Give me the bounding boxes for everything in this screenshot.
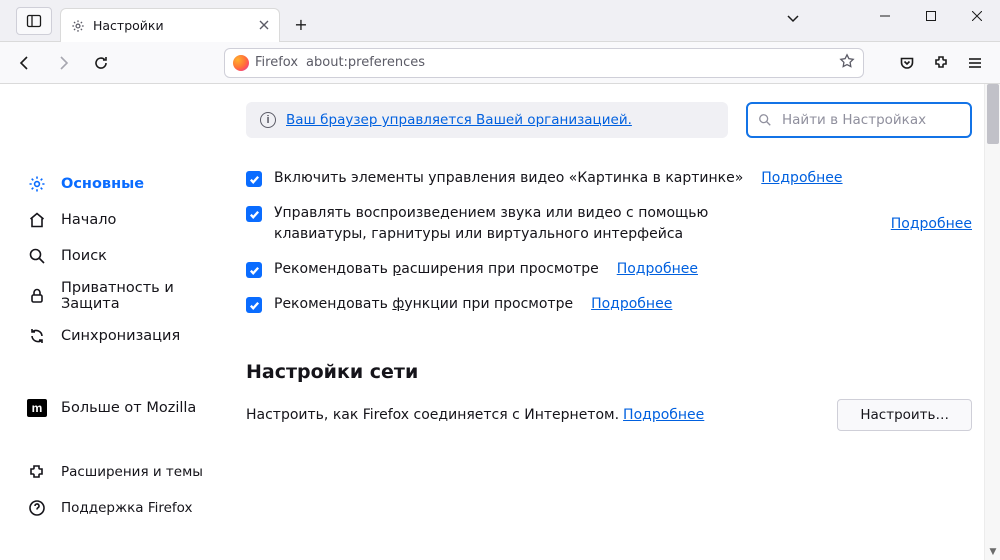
scrollbar-down-icon[interactable]: ▼ — [985, 544, 1000, 560]
sidebar-item-label: Начало — [61, 212, 116, 228]
preferences-search-box[interactable] — [746, 102, 972, 138]
sidebar-item-label: Поддержка Firefox — [61, 500, 193, 516]
scrollbar-thumb[interactable] — [987, 84, 999, 144]
pref-pip-label: Включить элементы управления видео «Карт… — [274, 168, 743, 189]
search-icon — [758, 113, 772, 127]
window-maximize-button[interactable] — [908, 0, 954, 32]
gear-icon — [71, 19, 85, 33]
bookmark-star-button[interactable] — [839, 53, 855, 73]
question-icon — [27, 499, 47, 517]
sidebar-item-label: Больше от Mozilla — [61, 400, 196, 416]
sidebar-toggle-button[interactable] — [16, 7, 52, 35]
preferences-search-input[interactable] — [780, 111, 960, 129]
window-close-button[interactable] — [954, 0, 1000, 32]
sidebar-item-label: Приватность и Защита — [61, 280, 201, 312]
sidebar-item-support[interactable]: Поддержка Firefox — [0, 490, 240, 526]
url-text: about:preferences — [306, 55, 425, 70]
vertical-scrollbar[interactable]: ▲ ▼ — [984, 84, 1000, 560]
home-icon — [27, 211, 47, 229]
network-row: Настроить, как Firefox соединяется с Инт… — [246, 399, 972, 431]
preferences-page: Основные Начало Поиск Приватность и Защи… — [0, 84, 1000, 560]
pref-ext-row: Рекомендовать расширения при просмотре П… — [246, 259, 972, 280]
pref-feat-row: Рекомендовать функции при просмотре Подр… — [246, 294, 972, 315]
window-controls — [862, 0, 1000, 32]
pref-media-row: Управлять воспроизведением звука или вид… — [246, 203, 972, 245]
url-bar[interactable]: Firefox about:preferences — [224, 48, 864, 78]
sidebar-item-more-mozilla[interactable]: m Больше от Mozilla — [0, 390, 240, 426]
window-minimize-button[interactable] — [862, 0, 908, 32]
network-more-link[interactable]: Подробнее — [623, 407, 704, 423]
gear-icon — [27, 175, 47, 193]
sidebar-item-label: Синхронизация — [61, 328, 180, 344]
pref-feat-label: Рекомендовать функции при просмотре — [274, 294, 573, 315]
mozilla-icon: m — [27, 399, 47, 417]
sidebar-item-home[interactable]: Начало — [0, 202, 240, 238]
nav-reload-button[interactable] — [86, 48, 116, 78]
sidebar-item-label: Расширения и темы — [61, 464, 203, 480]
pref-ext-label: Рекомендовать расширения при просмотре — [274, 259, 599, 280]
browser-tab-active[interactable]: Настройки — [60, 8, 280, 42]
tab-close-button[interactable] — [259, 18, 269, 33]
pref-pip-row: Включить элементы управления видео «Карт… — [246, 168, 972, 189]
preferences-main: i Ваш браузер управляется Вашей организа… — [240, 84, 1000, 560]
network-settings-button[interactable]: Настроить… — [837, 399, 972, 431]
pref-media-more-link[interactable]: Подробнее — [891, 214, 972, 235]
sidebar-item-sync[interactable]: Синхронизация — [0, 318, 240, 354]
pref-pip-checkbox[interactable] — [246, 171, 262, 187]
network-section-title: Настройки сети — [246, 361, 972, 383]
browser-toolbar: Firefox about:preferences — [0, 42, 1000, 84]
policy-banner: i Ваш браузер управляется Вашей организа… — [246, 102, 728, 138]
nav-back-button[interactable] — [10, 48, 40, 78]
nav-forward-button[interactable] — [48, 48, 78, 78]
identity-label: Firefox — [255, 55, 298, 70]
sync-icon — [27, 327, 47, 345]
tab-title: Настройки — [93, 18, 164, 33]
pref-media-label: Управлять воспроизведением звука или вид… — [274, 203, 794, 245]
network-desc: Настроить, как Firefox соединяется с Инт… — [246, 407, 619, 423]
tabs-dropdown-button[interactable] — [786, 10, 800, 29]
sidebar-item-search[interactable]: Поиск — [0, 238, 240, 274]
pref-feat-checkbox[interactable] — [246, 297, 262, 313]
pref-feat-more-link[interactable]: Подробнее — [591, 294, 672, 315]
extensions-button[interactable] — [926, 48, 956, 78]
sidebar-item-privacy[interactable]: Приватность и Защита — [0, 274, 240, 318]
identity-box[interactable]: Firefox — [233, 55, 298, 71]
pref-pip-more-link[interactable]: Подробнее — [761, 168, 842, 189]
category-sidebar: Основные Начало Поиск Приватность и Защи… — [0, 84, 240, 560]
puzzle-icon — [27, 463, 47, 481]
policy-banner-link[interactable]: Ваш браузер управляется Вашей организаци… — [286, 112, 632, 128]
app-menu-button[interactable] — [960, 48, 990, 78]
sidebar-item-general[interactable]: Основные — [0, 166, 240, 202]
lock-icon — [27, 287, 47, 305]
pref-ext-more-link[interactable]: Подробнее — [617, 259, 698, 280]
firefox-logo-icon — [233, 55, 249, 71]
save-to-pocket-button[interactable] — [892, 48, 922, 78]
sidebar-item-addons[interactable]: Расширения и темы — [0, 454, 240, 490]
sidebar-item-label: Поиск — [61, 248, 107, 264]
info-icon: i — [260, 112, 276, 128]
pref-ext-checkbox[interactable] — [246, 262, 262, 278]
window-titlebar: Настройки + — [0, 0, 1000, 42]
pref-media-checkbox[interactable] — [246, 206, 262, 222]
sidebar-item-label: Основные — [61, 176, 144, 192]
new-tab-button[interactable]: + — [286, 9, 316, 39]
search-icon — [27, 247, 47, 265]
